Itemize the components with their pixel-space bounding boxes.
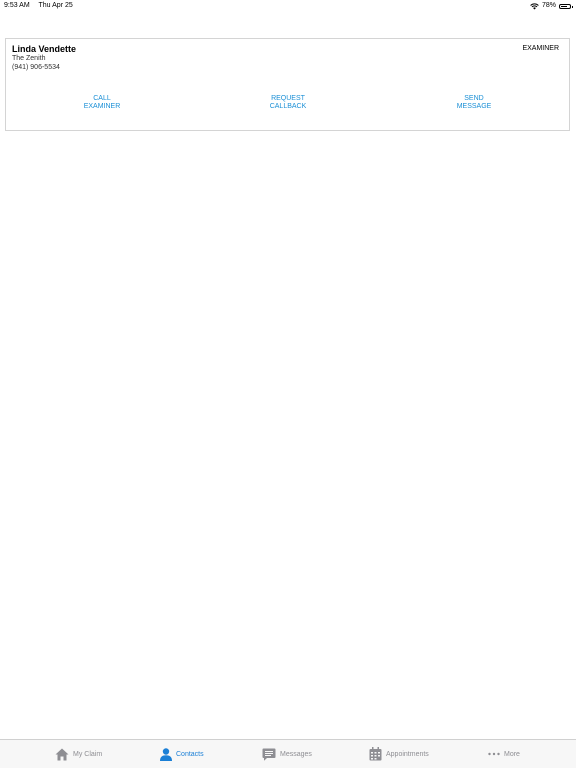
status-date: Thu Apr 25 xyxy=(38,2,73,9)
contact-card: Linda Vendette The Zenith (941) 906-5534… xyxy=(5,38,570,131)
tab-more-label: More xyxy=(504,750,520,758)
request-callback-button[interactable]: REQUEST CALLBACK xyxy=(243,95,333,111)
contact-role-badge: EXAMINER xyxy=(522,45,559,52)
battery-percent: 78% xyxy=(541,2,556,9)
tab-my-claim[interactable]: My Claim xyxy=(55,740,102,768)
tab-bar: My Claim Contacts Messages Appointments … xyxy=(0,739,576,768)
person-icon xyxy=(160,747,172,761)
tab-appointments[interactable]: Appointments xyxy=(369,740,429,768)
tab-appointments-label: Appointments xyxy=(386,750,429,758)
call-examiner-button[interactable]: CALL EXAMINER xyxy=(57,95,147,111)
contact-company: The Zenith xyxy=(12,55,46,62)
tab-my-claim-label: My Claim xyxy=(73,750,103,758)
battery-fill xyxy=(561,5,567,7)
send-message-label-2: MESSAGE xyxy=(456,103,492,110)
tab-more[interactable]: More xyxy=(488,740,520,768)
request-callback-label-1: REQUEST xyxy=(271,95,305,102)
home-icon xyxy=(55,748,69,760)
status-left: 9:53 AM Thu Apr 25 xyxy=(4,0,80,12)
status-bar: 9:53 AM Thu Apr 25 78% xyxy=(0,0,576,12)
send-message-button[interactable]: SEND MESSAGE xyxy=(429,95,519,111)
tab-contacts[interactable]: Contacts xyxy=(160,740,204,768)
tab-messages[interactable]: Messages xyxy=(262,740,312,768)
battery-icon xyxy=(559,3,573,9)
contact-phone: (941) 906-5534 xyxy=(12,64,60,71)
request-callback-label-2: CALLBACK xyxy=(269,103,307,110)
message-icon xyxy=(262,748,276,761)
ellipsis-icon xyxy=(488,752,500,756)
status-right: 78% xyxy=(530,0,573,12)
tab-contacts-label: Contacts xyxy=(176,750,204,758)
calendar-icon xyxy=(369,747,382,761)
tab-messages-label: Messages xyxy=(280,750,312,758)
call-examiner-label-1: CALL xyxy=(93,95,111,102)
call-examiner-label-2: EXAMINER xyxy=(83,103,121,110)
contact-name: Linda Vendette xyxy=(12,44,77,54)
wifi-icon xyxy=(530,3,539,9)
status-time: 9:53 AM xyxy=(4,2,30,9)
send-message-label-1: SEND xyxy=(464,95,484,102)
